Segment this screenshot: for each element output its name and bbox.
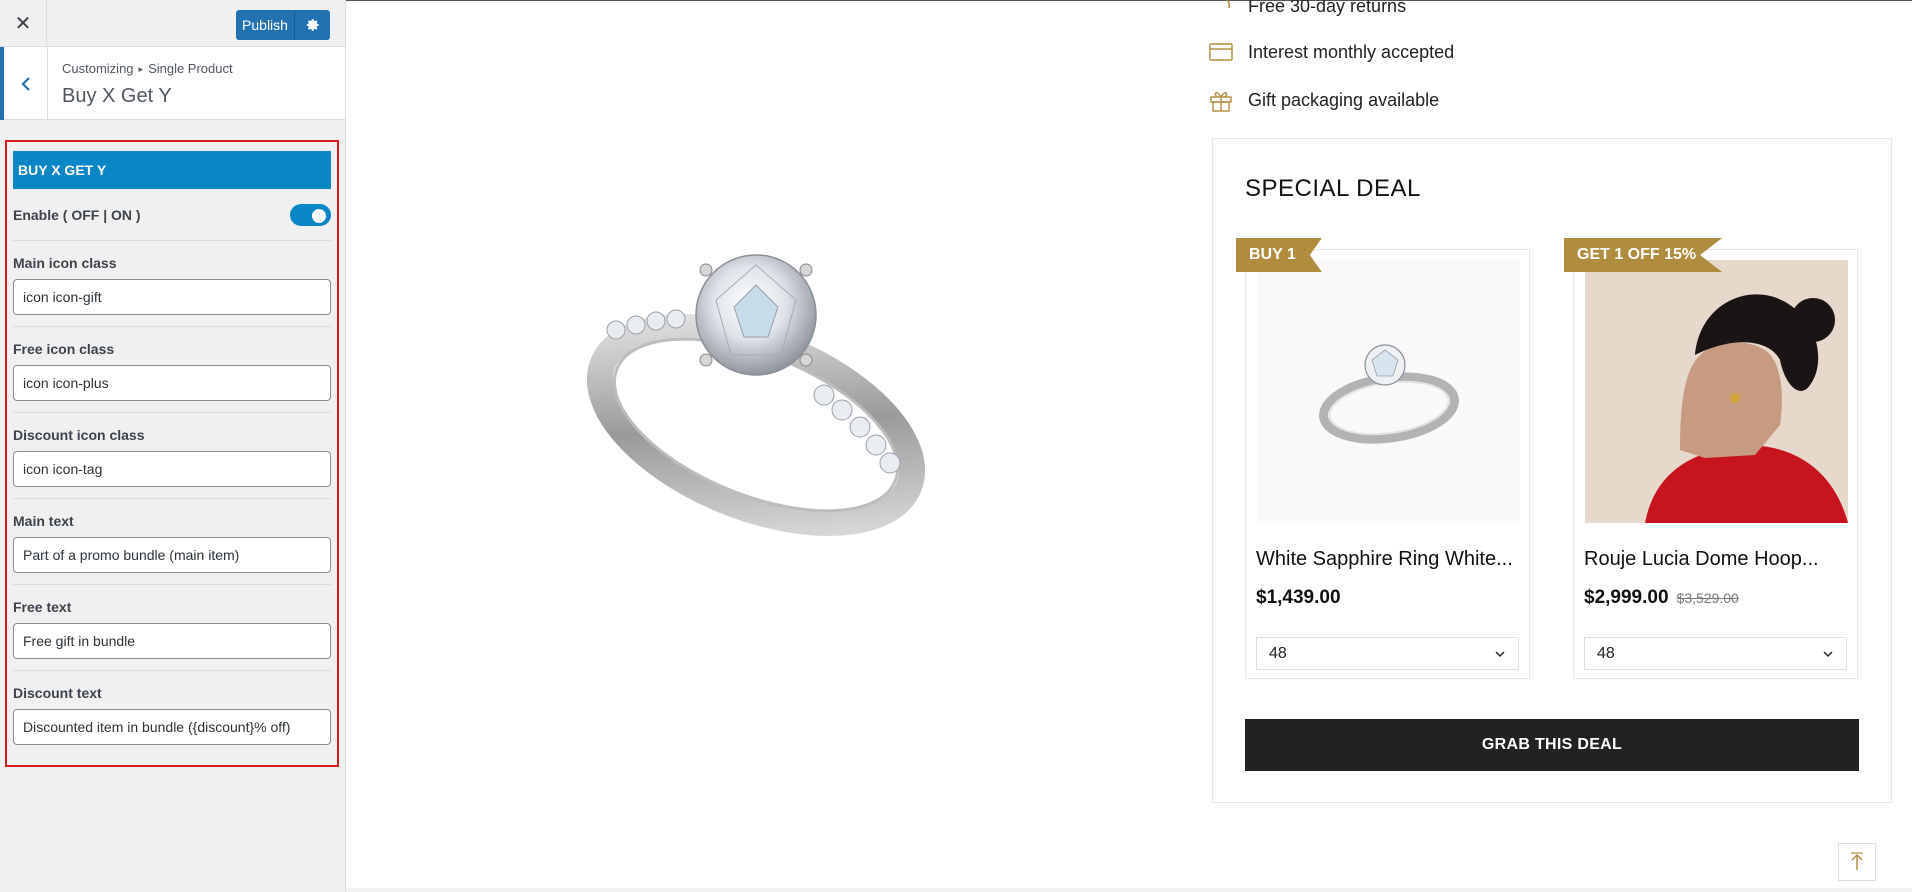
publish-group: Publish: [236, 10, 330, 40]
scroll-top-button[interactable]: [1838, 843, 1876, 881]
enable-label: Enable ( OFF | ON ): [13, 206, 141, 223]
deal-title: SPECIAL DEAL: [1245, 175, 1421, 202]
returns-icon: [1208, 0, 1234, 19]
badge-buy: BUY 1: [1236, 238, 1322, 272]
product-name[interactable]: Rouje Lucia Dome Hoop...: [1584, 548, 1819, 571]
feature-item: Free 30-day returns: [1208, 0, 1406, 19]
badge-discount: GET 1 OFF 15%: [1564, 238, 1723, 272]
discount-icon-class-input[interactable]: [13, 451, 331, 487]
divider: [346, 888, 1912, 892]
divider: [346, 0, 1912, 1]
main-icon-class-input[interactable]: [13, 279, 331, 315]
card-icon: [1208, 39, 1234, 65]
field-label: Main icon class: [13, 255, 117, 271]
customizer-panel: ✕ Publish Customizing ▸ Single Product Buy…: [0, 0, 346, 892]
product-image[interactable]: [1585, 260, 1848, 523]
back-chevron-icon[interactable]: [0, 47, 48, 120]
enable-toggle[interactable]: [290, 203, 331, 226]
site-preview: Free 30-day returns Interest monthly acc…: [346, 0, 1912, 892]
breadcrumb: Customizing ▸ Single Product: [62, 61, 233, 76]
main-text-input[interactable]: [13, 537, 331, 573]
feature-text: Free 30-day returns: [1248, 0, 1407, 16]
breadcrumb-separator-icon: ▸: [138, 64, 144, 74]
publish-button[interactable]: Publish: [236, 10, 294, 40]
main-icon-class-field: Main icon class: [13, 241, 331, 326]
chevron-down-icon: [1822, 645, 1834, 663]
section-header: Customizing ▸ Single Product Buy X Get Y: [0, 47, 345, 120]
price-old: $3,529.00: [1676, 590, 1739, 606]
controls-header: BUY X GET Y: [13, 151, 331, 189]
product-image[interactable]: [1257, 260, 1520, 523]
deal-card: GET 1 OFF 15% Rouje Lucia Dome Hoop... $…: [1564, 238, 1858, 679]
field-label: Free text: [13, 599, 72, 615]
close-icon[interactable]: ✕: [0, 0, 47, 47]
feature-item: Interest monthly accepted: [1208, 39, 1454, 65]
size-select[interactable]: 48: [1256, 637, 1519, 670]
gift-icon: [1208, 87, 1234, 113]
deal-card: BUY 1 White Sapphire Ring White... $1,43…: [1236, 238, 1530, 679]
discount-icon-class-field: Discount icon class: [13, 413, 331, 498]
discount-text-input[interactable]: [13, 709, 331, 745]
field-label: Discount icon class: [13, 427, 145, 443]
feature-text: Interest monthly accepted: [1248, 41, 1455, 62]
size-select-value: 48: [1597, 644, 1615, 662]
field-label: Discount text: [13, 685, 102, 701]
field-label: Free icon class: [13, 341, 115, 357]
section-title: Buy X Get Y: [62, 85, 172, 107]
grab-deal-button[interactable]: GRAB THIS DEAL: [1245, 719, 1859, 771]
size-select-value: 48: [1269, 644, 1287, 662]
free-text-field: Free text: [13, 585, 331, 670]
breadcrumb-root: Customizing: [62, 61, 134, 76]
main-text-field: Main text: [13, 499, 331, 584]
size-select[interactable]: 48: [1584, 637, 1847, 670]
discount-text-field: Discount text: [13, 671, 331, 756]
product-ring-image[interactable]: [556, 245, 956, 565]
feature-item: Gift packaging available: [1208, 87, 1439, 113]
chevron-down-icon: [1494, 645, 1506, 663]
customizer-topbar: ✕ Publish: [0, 0, 345, 47]
price-current: $1,439.00: [1256, 587, 1341, 608]
free-icon-class-input[interactable]: [13, 365, 331, 401]
gear-icon[interactable]: [294, 10, 330, 40]
price-current: $2,999.00: [1584, 587, 1669, 608]
special-deal-box: SPECIAL DEAL BUY 1 White Sapphire Ring W…: [1212, 138, 1892, 803]
field-label: Main text: [13, 513, 74, 529]
arrow-up-icon: [1851, 852, 1863, 870]
enable-row: Enable ( OFF | ON ): [13, 189, 331, 240]
free-icon-class-field: Free icon class: [13, 327, 331, 412]
product-price: $1,439.00: [1256, 587, 1341, 609]
product-price: $2,999.00 $3,529.00: [1584, 587, 1739, 609]
buyxgety-controls: BUY X GET Y Enable ( OFF | ON ) Main ico…: [5, 140, 339, 767]
breadcrumb-child: Single Product: [148, 61, 233, 76]
feature-text: Gift packaging available: [1248, 89, 1440, 110]
free-text-input[interactable]: [13, 623, 331, 659]
product-name[interactable]: White Sapphire Ring White...: [1256, 548, 1513, 571]
